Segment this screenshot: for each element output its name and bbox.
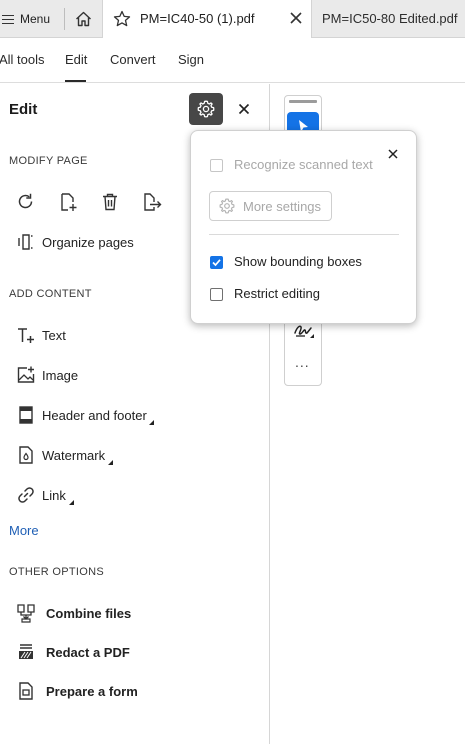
tab-bar: Menu PM=IC40-50 (1).pdf PM=IC50-80 Edite…	[0, 0, 465, 38]
divider	[209, 234, 399, 235]
prepare-form-button[interactable]: Prepare a form	[46, 684, 138, 699]
add-link-button[interactable]: Link	[42, 488, 66, 503]
tab-document-inactive[interactable]: PM=IC50-80 Edited.pdf	[322, 11, 458, 26]
add-text-button[interactable]: Text	[42, 328, 66, 343]
trash-icon[interactable]	[100, 192, 120, 212]
rotate-icon[interactable]	[16, 192, 36, 212]
extract-page-icon[interactable]	[142, 192, 162, 212]
header-footer-icon	[19, 406, 33, 424]
dropdown-caret-icon[interactable]	[69, 500, 74, 505]
tab-document-active[interactable]: PM=IC40-50 (1).pdf	[102, 0, 312, 38]
combine-files-button[interactable]: Combine files	[46, 606, 131, 621]
menu-bar: All tools Edit Convert Sign	[0, 38, 465, 83]
menu-convert[interactable]: Convert	[110, 52, 156, 67]
watermark-icon	[19, 446, 33, 464]
menu-sign[interactable]: Sign	[178, 52, 204, 67]
toolbar-grip[interactable]	[289, 100, 317, 103]
insert-page-icon[interactable]	[58, 192, 78, 212]
dropdown-caret-icon[interactable]	[149, 420, 154, 425]
section-add-content: ADD CONTENT	[9, 288, 92, 300]
checkmark-icon	[212, 259, 221, 267]
more-settings-button[interactable]: More settings	[209, 191, 332, 221]
close-icon[interactable]	[387, 148, 399, 160]
close-icon[interactable]	[289, 11, 303, 25]
image-icon	[17, 366, 35, 383]
star-icon[interactable]	[113, 10, 131, 28]
dropdown-caret-icon[interactable]	[108, 460, 113, 465]
recognize-text-checkbox[interactable]	[210, 159, 223, 172]
settings-button[interactable]	[189, 93, 223, 125]
link-icon	[18, 487, 34, 503]
hamburger-icon	[2, 14, 14, 24]
tab-title: PM=IC40-50 (1).pdf	[140, 11, 255, 26]
section-modify-page: MODIFY PAGE	[9, 155, 88, 167]
menu-button[interactable]: Menu	[0, 0, 58, 38]
gear-icon	[197, 100, 215, 118]
prepare-form-icon	[19, 682, 33, 700]
organize-pages-button[interactable]: Organize pages	[42, 235, 134, 250]
header-footer-button[interactable]: Header and footer	[42, 408, 147, 423]
combine-files-icon	[17, 604, 35, 623]
menu-all-tools[interactable]: All tools	[0, 52, 45, 67]
restrict-editing-label: Restrict editing	[234, 286, 320, 301]
watermark-button[interactable]: Watermark	[42, 448, 105, 463]
menu-selected-indicator	[65, 80, 86, 82]
section-other-options: OTHER OPTIONS	[9, 566, 104, 578]
edit-settings-popover: Recognize scanned text More settings Sho…	[190, 130, 417, 324]
add-image-button[interactable]: Image	[42, 368, 78, 383]
more-settings-label: More settings	[243, 199, 322, 214]
home-button[interactable]	[68, 0, 98, 38]
recognize-text-label: Recognize scanned text	[234, 157, 373, 172]
redact-pdf-button[interactable]: Redact a PDF	[46, 645, 130, 660]
add-text-icon	[18, 328, 34, 343]
panel-close-icon[interactable]	[237, 102, 251, 116]
organize-pages-icon	[18, 234, 33, 250]
show-bounding-boxes-label: Show bounding boxes	[234, 254, 362, 269]
menu-label: Menu	[20, 12, 51, 26]
divider	[64, 8, 65, 30]
more-tools-button[interactable]: ...	[295, 354, 310, 370]
panel-title: Edit	[9, 101, 38, 118]
home-icon	[75, 11, 91, 27]
more-link[interactable]: More	[9, 523, 39, 538]
gear-icon	[219, 198, 235, 214]
redact-icon	[19, 644, 33, 659]
menu-edit[interactable]: Edit	[65, 52, 87, 67]
restrict-editing-checkbox[interactable]	[210, 288, 223, 301]
show-bounding-boxes-checkbox[interactable]	[210, 256, 223, 269]
